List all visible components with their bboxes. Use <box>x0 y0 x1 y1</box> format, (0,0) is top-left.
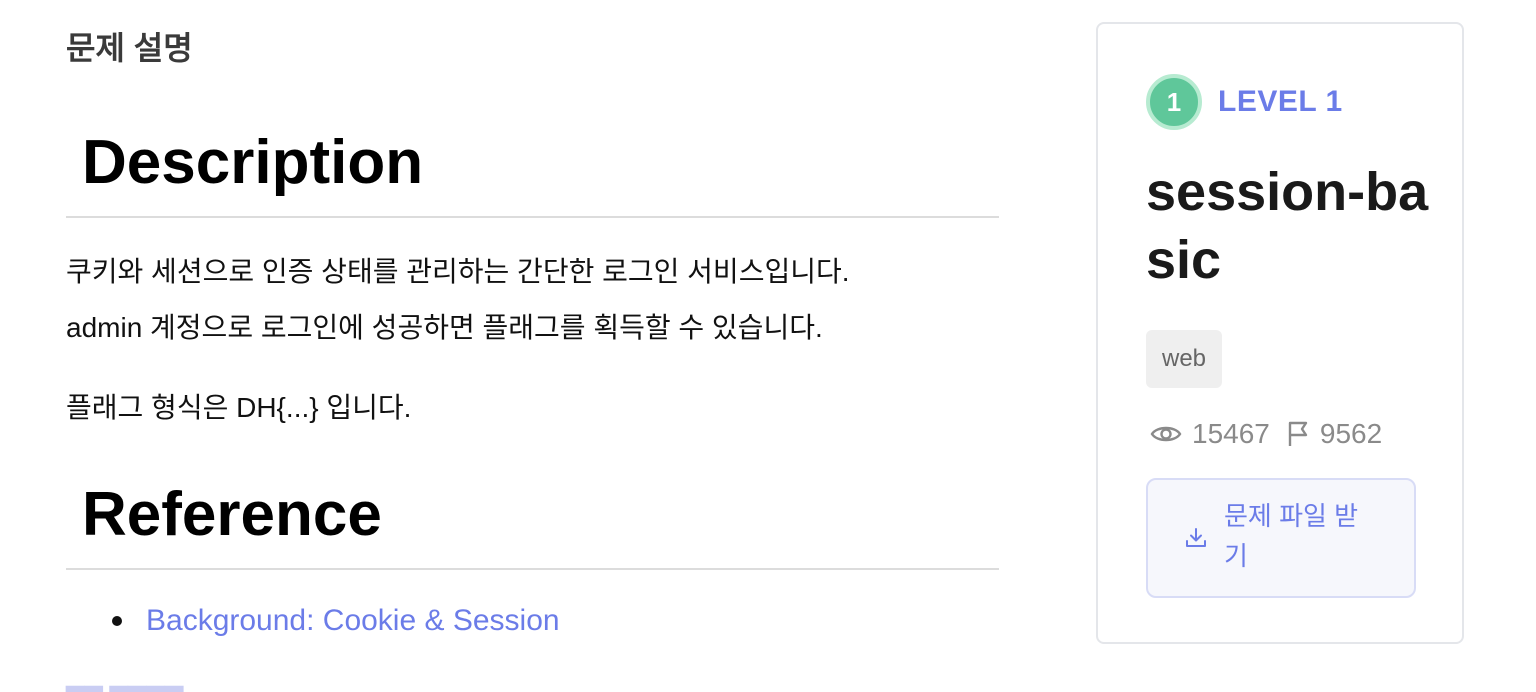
list-item: Background: Cookie & Session <box>66 602 560 640</box>
flag-icon <box>1286 420 1310 448</box>
reference-link-cookie-session[interactable]: Background: Cookie & Session <box>146 604 560 637</box>
challenge-info-card: 1 LEVEL 1 session-basic web 15467 9562 문… <box>1096 22 1464 644</box>
challenge-stats: 15467 9562 <box>1150 416 1398 452</box>
eye-icon <box>1150 422 1182 446</box>
level-indicator: 1 LEVEL 1 <box>1146 74 1343 130</box>
bullet-icon <box>112 616 122 626</box>
download-icon <box>1184 526 1208 555</box>
level-label: LEVEL 1 <box>1218 85 1343 118</box>
download-challenge-file-button[interactable]: 문제 파일 받기 <box>1146 478 1416 598</box>
section-title: 문제 설명 <box>66 30 193 66</box>
description-heading: Description <box>66 128 999 218</box>
partially-visible-content: ▆▆ ▆▆▆▆ <box>66 682 183 692</box>
reference-heading-text: Reference <box>82 480 382 549</box>
level-badge: 1 <box>1146 74 1202 130</box>
reference-heading: Reference <box>66 480 999 570</box>
download-button-label: 문제 파일 받기 <box>1224 501 1359 571</box>
category-tag[interactable]: web <box>1146 330 1223 388</box>
flag-format-paragraph: 플래그 형식은 DH{...} 입니다. <box>66 392 412 423</box>
solve-count: 9562 <box>1319 418 1383 449</box>
view-count: 15467 <box>1192 418 1270 449</box>
challenge-page: 문제 설명 Description 쿠키와 세션으로 인증 상태를 관리하는 간… <box>0 0 1536 692</box>
reference-list: Background: Cookie & Session <box>66 602 560 640</box>
description-heading-text: Description <box>82 128 424 197</box>
description-paragraph-2: admin 계정으로 로그인에 성공하면 플래그를 획득할 수 있습니다. <box>66 312 823 343</box>
description-paragraph-1: 쿠키와 세션으로 인증 상태를 관리하는 간단한 로그인 서비스입니다. <box>66 256 850 287</box>
challenge-title: session-basic <box>1146 162 1429 290</box>
